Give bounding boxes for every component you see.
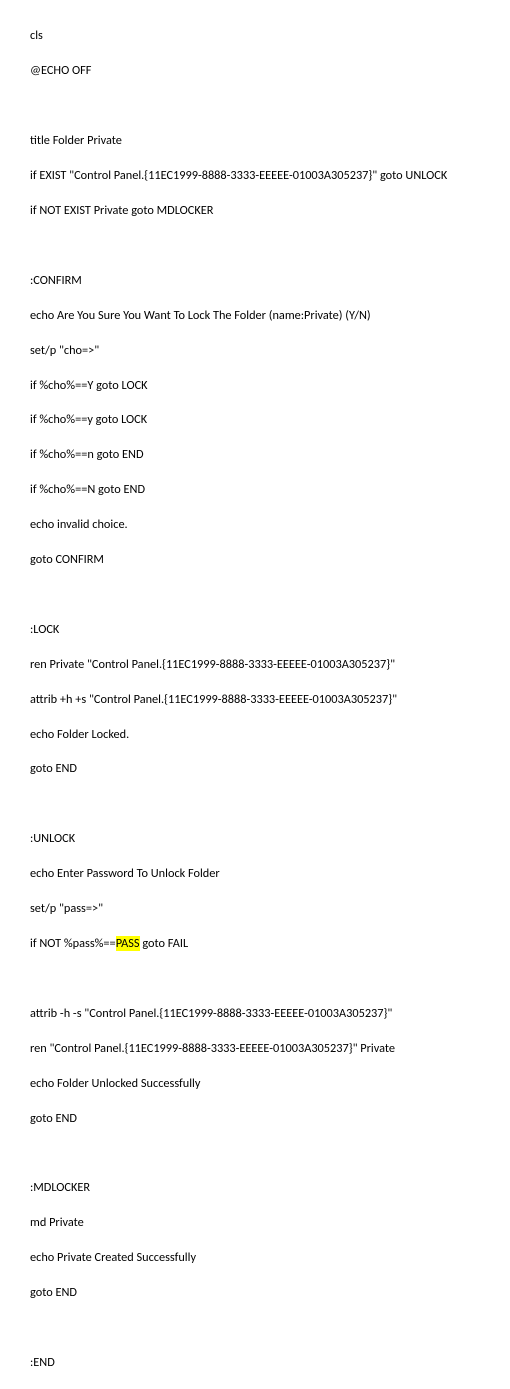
- code-line: if NOT EXIST Private goto MDLOCKER: [30, 202, 498, 219]
- code-line: attrib -h -s "Control Panel.{11EC1999-88…: [30, 1005, 498, 1022]
- code-text: goto FAIL: [140, 936, 189, 951]
- blank-line: [30, 97, 498, 114]
- code-line: ren "Control Panel.{11EC1999-8888-3333-E…: [30, 1040, 498, 1057]
- blank-line: [30, 795, 498, 812]
- code-line: if NOT %pass%==PASS goto FAIL: [30, 935, 498, 952]
- code-line: @ECHO OFF: [30, 62, 498, 79]
- code-line: goto END: [30, 760, 498, 777]
- code-line: goto CONFIRM: [30, 551, 498, 568]
- code-line: set/p "cho=>": [30, 342, 498, 359]
- code-line: :MDLOCKER: [30, 1179, 498, 1196]
- blank-line: [30, 970, 498, 987]
- highlighted-password: PASS: [116, 936, 140, 951]
- blank-line: [30, 1319, 498, 1336]
- code-line: if %cho%==Y goto LOCK: [30, 377, 498, 394]
- code-line: :CONFIRM: [30, 272, 498, 289]
- code-line: attrib +h +s "Control Panel.{11EC1999-88…: [30, 691, 498, 708]
- code-line: title Folder Private: [30, 132, 498, 149]
- code-line: ren Private "Control Panel.{11EC1999-888…: [30, 656, 498, 673]
- code-line: echo invalid choice.: [30, 516, 498, 533]
- code-line: :END: [30, 1354, 498, 1371]
- code-line: if %cho%==y goto LOCK: [30, 411, 498, 428]
- code-line: set/p "pass=>": [30, 900, 498, 917]
- code-line: echo Enter Password To Unlock Folder: [30, 865, 498, 882]
- code-line: if EXIST "Control Panel.{11EC1999-8888-3…: [30, 167, 498, 184]
- code-line: :UNLOCK: [30, 830, 498, 847]
- code-line: echo Private Created Successfully: [30, 1249, 498, 1266]
- code-text: if NOT %pass%==: [30, 936, 116, 951]
- code-line: echo Folder Unlocked Successfully: [30, 1075, 498, 1092]
- code-line: if %cho%==n goto END: [30, 446, 498, 463]
- code-line: goto END: [30, 1284, 498, 1301]
- blank-line: [30, 1144, 498, 1161]
- blank-line: [30, 586, 498, 603]
- code-line: if %cho%==N goto END: [30, 481, 498, 498]
- code-line: echo Folder Locked.: [30, 726, 498, 743]
- code-line: md Private: [30, 1214, 498, 1231]
- batch-script-code: cls @ECHO OFF title Folder Private if EX…: [30, 10, 498, 1389]
- code-line: cls: [30, 27, 498, 44]
- code-line: goto END: [30, 1110, 498, 1127]
- blank-line: [30, 237, 498, 254]
- code-line: :LOCK: [30, 621, 498, 638]
- code-line: echo Are You Sure You Want To Lock The F…: [30, 307, 498, 324]
